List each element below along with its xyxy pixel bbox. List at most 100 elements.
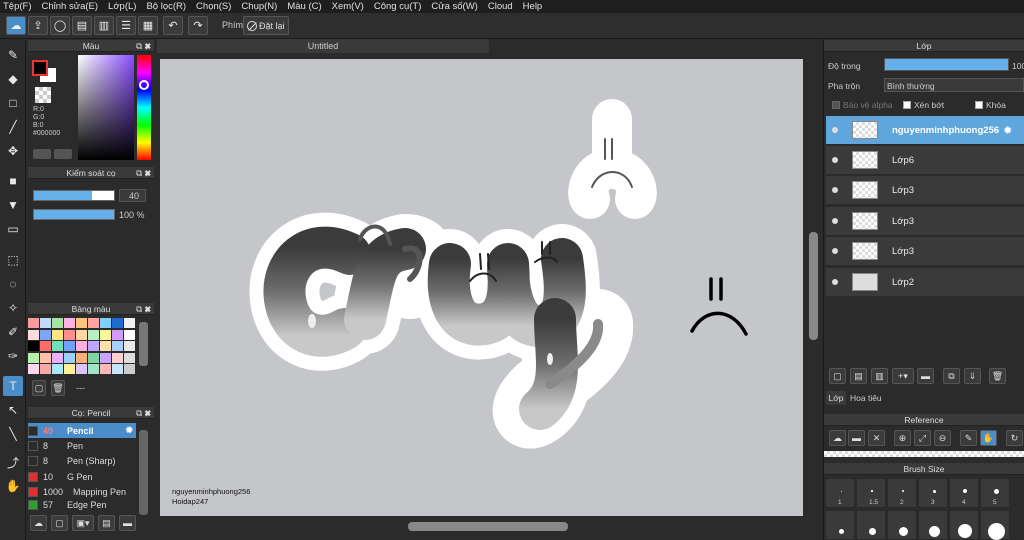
brush-item[interactable]: 8 Pen (Sharp) xyxy=(28,453,136,468)
rect-tool-icon[interactable]: □ xyxy=(3,93,23,113)
list-icon[interactable]: ☰ xyxy=(116,16,136,35)
hand-tool-icon[interactable]: ✋ xyxy=(980,430,997,446)
folder-icon[interactable]: ▬ xyxy=(119,515,136,531)
visibility-icon[interactable] xyxy=(832,157,838,163)
menu-edit[interactable]: Chỉnh sửa(E) xyxy=(42,1,99,12)
document-icon[interactable]: ▥ xyxy=(94,16,114,35)
drawing-canvas[interactable]: nguyenminhphuong256 Hoidap247 xyxy=(160,59,803,516)
zoom-in-icon[interactable]: ⊕ xyxy=(894,430,911,446)
select-pen-icon[interactable]: ✐ xyxy=(3,322,23,342)
palette-swatch[interactable] xyxy=(52,318,63,328)
transparent-swatch[interactable] xyxy=(35,87,51,103)
brush-menu-icon[interactable]: ▣▾ xyxy=(72,515,94,531)
blend-mode-select[interactable]: Bình thường xyxy=(884,78,1024,92)
palette-swatch[interactable] xyxy=(100,341,111,351)
text-tool-icon[interactable]: T xyxy=(3,376,23,396)
gear-icon[interactable]: ✹ xyxy=(1003,124,1012,137)
visibility-icon[interactable] xyxy=(832,279,838,285)
menu-capture[interactable]: Chụp(N) xyxy=(241,1,277,12)
grid-icon[interactable]: ▦ xyxy=(138,16,158,35)
palette-swatch[interactable] xyxy=(112,352,123,363)
brush-size-preset[interactable] xyxy=(949,510,979,540)
operation-tool-icon[interactable]: ↖ xyxy=(3,400,23,420)
brush-size-preset[interactable] xyxy=(887,510,917,540)
layer-row[interactable]: Lớp3 xyxy=(826,176,1024,205)
panel-controls-icon[interactable]: ⧉ ✖ xyxy=(136,40,151,52)
palette-swatch[interactable] xyxy=(124,318,135,328)
fit-icon[interactable]: ⤢ xyxy=(914,430,931,446)
open-folder-icon[interactable]: ▬ xyxy=(848,430,865,446)
fill-rect-tool-icon[interactable]: ■ xyxy=(3,171,23,191)
brush-size-preset[interactable]: 2 xyxy=(887,478,917,508)
line-tool-icon[interactable]: ╱ xyxy=(3,117,23,137)
visibility-icon[interactable] xyxy=(832,218,838,224)
visibility-icon[interactable] xyxy=(832,248,838,254)
palette-swatch[interactable] xyxy=(64,329,75,340)
palette-swatch[interactable] xyxy=(52,341,63,351)
brush-list-scrollbar[interactable] xyxy=(139,430,148,515)
palette-swatch[interactable] xyxy=(76,352,87,363)
clipping-checkbox[interactable]: Xén bớt xyxy=(903,100,944,110)
add-layer-menu-icon[interactable]: +▾ xyxy=(892,368,914,384)
brush-size-preset[interactable] xyxy=(980,510,1010,540)
menu-filter[interactable]: Bộ lọc(R) xyxy=(146,1,186,12)
layer-row[interactable]: Lớp6 xyxy=(826,146,1024,175)
palette-swatch[interactable] xyxy=(100,364,111,374)
brush-size-field[interactable]: 40 xyxy=(119,189,146,202)
saturation-value-picker[interactable] xyxy=(78,55,134,160)
brush-item[interactable]: 57 Edge Pen xyxy=(28,499,136,511)
add-color-icon[interactable]: ▢ xyxy=(32,380,46,396)
palette-swatch[interactable] xyxy=(28,329,39,340)
lock-checkbox[interactable]: Khóa xyxy=(975,100,1006,110)
divide-tool-icon[interactable]: ╲ xyxy=(3,424,23,444)
palette-swatch[interactable] xyxy=(112,364,123,374)
palette-swatch[interactable] xyxy=(64,364,75,374)
brush-item[interactable]: 40 Pencil ✹ xyxy=(28,423,136,438)
brush-size-preset[interactable]: 4 xyxy=(949,478,979,508)
comment-icon[interactable]: ▤ xyxy=(72,16,92,35)
palette-swatch[interactable] xyxy=(28,341,39,351)
bucket-tool-icon[interactable]: ▼ xyxy=(3,195,23,215)
gear-icon[interactable]: ✹ xyxy=(125,425,133,436)
tab-navigator[interactable]: Hoa tiêu xyxy=(850,393,882,403)
palette-swatch[interactable] xyxy=(124,341,135,351)
palette-swatch[interactable] xyxy=(40,329,51,340)
palette-swatch[interactable] xyxy=(64,352,75,363)
palette-swatch[interactable] xyxy=(88,341,99,351)
menu-tools[interactable]: Công cụ(T) xyxy=(374,1,422,12)
share-icon[interactable]: ⇪ xyxy=(28,16,48,35)
hue-slider[interactable] xyxy=(137,55,151,160)
palette-scrollbar[interactable] xyxy=(139,322,148,366)
redo-button[interactable]: ↷ xyxy=(188,16,208,35)
palette-swatch[interactable] xyxy=(64,341,75,351)
hue-knob[interactable] xyxy=(139,80,149,90)
lasso-icon[interactable]: ◌ xyxy=(3,274,23,294)
trash-icon[interactable]: 🗑 xyxy=(989,368,1006,384)
palette-swatch[interactable] xyxy=(52,352,63,363)
color-picker-button[interactable] xyxy=(54,149,72,159)
reset-button[interactable]: Đặt lại xyxy=(243,16,289,35)
brush-size-preset[interactable]: 1 xyxy=(825,478,855,508)
panel-controls-icon[interactable]: ⧉ ✖ xyxy=(136,407,151,419)
brush-item[interactable]: 8 Pen xyxy=(28,438,136,453)
palette-swatch[interactable] xyxy=(124,364,135,374)
add-brush-icon[interactable]: ☁ xyxy=(30,515,47,531)
layer-folder-icon[interactable]: ▬ xyxy=(917,368,934,384)
palette-swatch[interactable] xyxy=(76,364,87,374)
palette-swatch[interactable] xyxy=(64,318,75,328)
move-tool-icon[interactable]: ✥ xyxy=(3,141,23,161)
palette-swatch[interactable] xyxy=(88,318,99,328)
panel-controls-icon[interactable]: ⧉ ✖ xyxy=(136,167,151,179)
zoom-out-icon[interactable]: ⊖ xyxy=(934,430,951,446)
brush-item[interactable]: 10 G Pen xyxy=(28,469,136,484)
document-tab[interactable]: Untitled xyxy=(157,39,489,53)
menu-cloud[interactable]: Cloud xyxy=(488,1,513,12)
palette-swatch[interactable] xyxy=(88,364,99,374)
palette-swatch[interactable] xyxy=(100,352,111,363)
palette-swatch[interactable] xyxy=(76,341,87,351)
cloud-icon[interactable]: ☁ xyxy=(829,430,846,446)
close-icon[interactable]: ✕ xyxy=(868,430,885,446)
hand-tool-icon[interactable]: ✋ xyxy=(3,476,23,496)
panel-controls-icon[interactable]: ⧉ ✖ xyxy=(136,303,151,315)
rotate-icon[interactable]: ↻ xyxy=(1006,430,1023,446)
